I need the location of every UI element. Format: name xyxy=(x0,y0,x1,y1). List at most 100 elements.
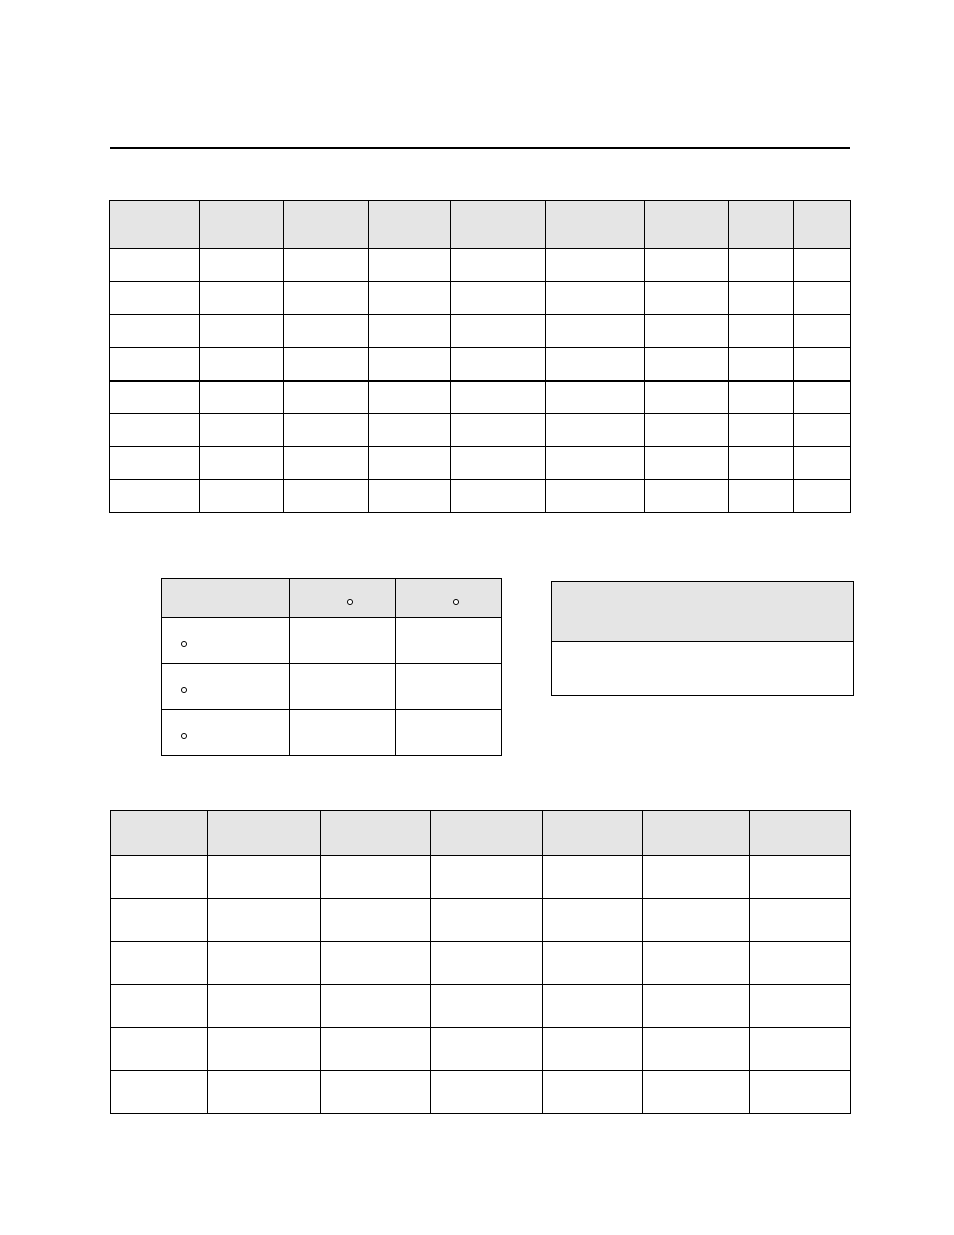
table-row xyxy=(110,480,851,513)
degree-icon xyxy=(181,641,187,647)
table-4 xyxy=(110,810,851,1114)
table-cell xyxy=(369,282,451,315)
table-cell xyxy=(110,414,200,447)
table-cell xyxy=(290,710,396,756)
table-4-col-1-header xyxy=(111,811,208,856)
table-row xyxy=(111,985,851,1028)
table-row xyxy=(110,282,851,315)
table-cell xyxy=(643,942,750,985)
table-cell xyxy=(200,249,284,282)
table-cell xyxy=(729,447,794,480)
table-row xyxy=(110,249,851,282)
table-cell xyxy=(543,942,643,985)
table-cell xyxy=(794,480,851,513)
table-cell xyxy=(543,899,643,942)
table-cell xyxy=(290,618,396,664)
table-cell xyxy=(645,414,729,447)
table-cell xyxy=(200,414,284,447)
table-cell xyxy=(546,348,645,381)
table-cell xyxy=(794,282,851,315)
table-2-col-3-header xyxy=(396,579,502,618)
table-cell xyxy=(643,1071,750,1114)
table-cell xyxy=(431,1071,543,1114)
table-cell xyxy=(451,480,546,513)
table-2-col-1-header xyxy=(162,579,290,618)
table-cell xyxy=(208,985,321,1028)
table-cell xyxy=(208,942,321,985)
table-cell xyxy=(111,1028,208,1071)
table-4-col-3-header xyxy=(321,811,431,856)
table-cell xyxy=(451,414,546,447)
table-row xyxy=(162,664,502,710)
table-cell xyxy=(110,348,200,381)
table-cell xyxy=(396,664,502,710)
table-cell xyxy=(643,1028,750,1071)
horizontal-rule xyxy=(110,147,850,149)
table-cell xyxy=(543,1071,643,1114)
table-cell xyxy=(284,381,369,414)
table-cell xyxy=(750,942,851,985)
table-cell xyxy=(794,249,851,282)
table-cell xyxy=(200,348,284,381)
table-cell xyxy=(729,348,794,381)
table-4-col-5-header xyxy=(543,811,643,856)
table-cell xyxy=(284,282,369,315)
table-cell xyxy=(369,480,451,513)
table-1-col-4-header xyxy=(369,201,451,249)
table-cell xyxy=(543,856,643,899)
table-cell xyxy=(750,856,851,899)
table-cell xyxy=(284,414,369,447)
table-cell xyxy=(284,249,369,282)
table-cell xyxy=(162,664,290,710)
table-cell xyxy=(451,447,546,480)
table-cell xyxy=(110,315,200,348)
table-cell xyxy=(110,282,200,315)
table-row xyxy=(111,899,851,942)
table-cell xyxy=(543,1028,643,1071)
table-cell xyxy=(200,480,284,513)
table-cell xyxy=(729,414,794,447)
table-1-col-7-header xyxy=(645,201,729,249)
table-cell xyxy=(162,618,290,664)
table-cell xyxy=(200,282,284,315)
table-cell xyxy=(369,348,451,381)
table-3-header xyxy=(552,582,854,642)
table-1-col-1-header xyxy=(110,201,200,249)
table-cell xyxy=(546,315,645,348)
table-3 xyxy=(551,581,854,696)
table-cell xyxy=(111,856,208,899)
table-cell xyxy=(208,1071,321,1114)
table-cell xyxy=(750,1028,851,1071)
table-cell xyxy=(794,414,851,447)
table-2-header-row xyxy=(162,579,502,618)
table-cell xyxy=(111,985,208,1028)
table-cell xyxy=(643,899,750,942)
table-cell xyxy=(321,899,431,942)
table-cell xyxy=(546,414,645,447)
page xyxy=(0,0,954,1235)
table-1-col-9-header xyxy=(794,201,851,249)
table-cell xyxy=(729,282,794,315)
table-cell xyxy=(729,249,794,282)
table-cell xyxy=(200,381,284,414)
table-row xyxy=(552,642,854,696)
table-cell xyxy=(321,1028,431,1071)
table-cell xyxy=(111,942,208,985)
table-cell xyxy=(284,348,369,381)
table-cell xyxy=(794,381,851,414)
table-cell xyxy=(729,381,794,414)
table-cell xyxy=(729,480,794,513)
table-cell xyxy=(431,985,543,1028)
table-cell xyxy=(431,1028,543,1071)
table-cell xyxy=(369,381,451,414)
table-row xyxy=(162,618,502,664)
table-cell xyxy=(643,856,750,899)
table-cell xyxy=(369,447,451,480)
table-cell xyxy=(750,1071,851,1114)
table-4-header-row xyxy=(111,811,851,856)
table-cell xyxy=(451,348,546,381)
table-cell xyxy=(321,985,431,1028)
degree-icon xyxy=(181,687,187,693)
table-2-col-2-header xyxy=(290,579,396,618)
table-cell xyxy=(208,1028,321,1071)
